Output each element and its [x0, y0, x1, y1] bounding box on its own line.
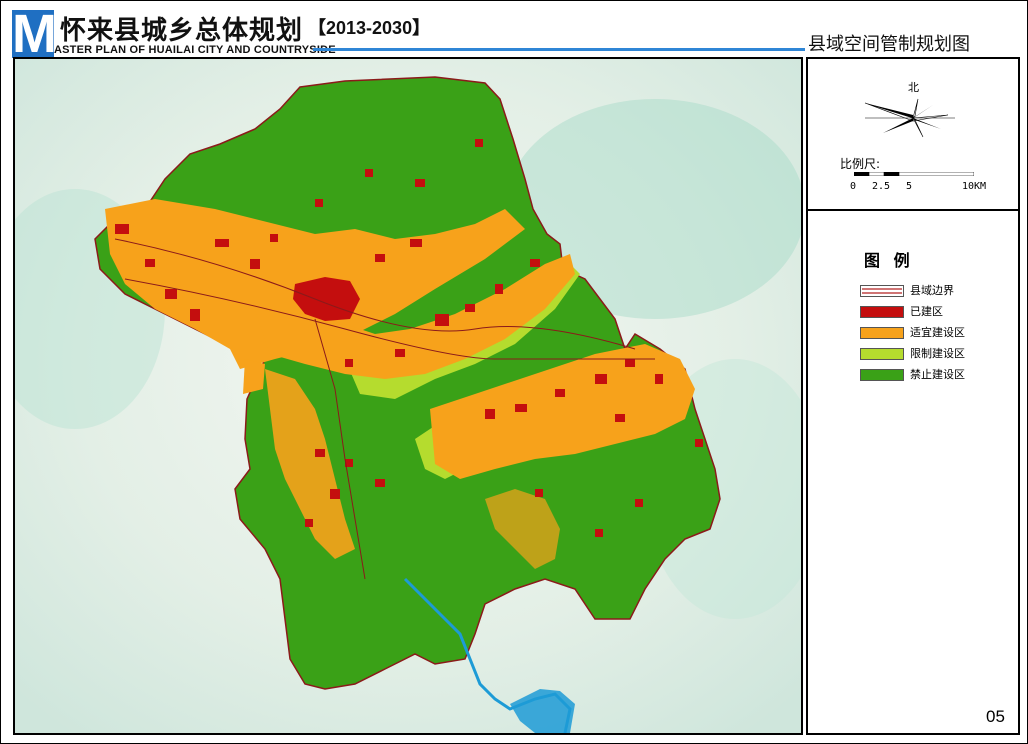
- scale-tick: 2.5: [872, 181, 891, 192]
- header: M 怀来县城乡总体规划 【2013-2030】 ASTER PLAN OF HU…: [8, 4, 1020, 64]
- scale-bar: [854, 172, 974, 176]
- page-number: 05: [986, 707, 1005, 726]
- legend-label: 禁止建设区: [910, 368, 965, 381]
- built-swatch: [860, 306, 904, 318]
- plan-title: 怀来县城乡总体规划: [60, 16, 304, 46]
- compass-and-scale: 北 比例尺: 0 2.5 5 10KM: [808, 59, 1018, 211]
- zoning-map: [15, 59, 801, 733]
- plan-title-english: ASTER PLAN OF HUAILAI CITY AND COUNTRYSI…: [54, 44, 336, 56]
- title-underline: [313, 48, 805, 51]
- limited-swatch: [860, 348, 904, 360]
- side-panel: 北 比例尺: 0 2.5 5 10KM 图 例 县域边界 已建区 适宜建设区 限…: [806, 57, 1020, 735]
- forbidden-swatch: [860, 369, 904, 381]
- suitable-zone: [243, 359, 265, 394]
- compass-rose-icon: [864, 98, 955, 138]
- suitable-swatch: [860, 327, 904, 339]
- boundary-swatch: [860, 285, 904, 297]
- legend-label: 适宜建设区: [910, 326, 965, 339]
- plan-years: 【2013-2030】: [308, 18, 431, 38]
- legend-label: 已建区: [910, 305, 943, 318]
- logo-letter: M: [12, 4, 57, 64]
- legend-label: 县域边界: [910, 284, 954, 297]
- scale-tick: 0: [850, 181, 857, 192]
- legend-title: 图 例: [864, 251, 914, 270]
- scale-label: 比例尺:: [840, 157, 881, 171]
- legend-item-built: 已建区: [860, 303, 943, 321]
- legend-item-boundary: 县域边界: [860, 282, 954, 300]
- legend-label: 限制建设区: [910, 347, 965, 360]
- scale-tick: 5: [906, 181, 913, 192]
- map-subtitle: 县域空间管制规划图: [808, 34, 970, 55]
- legend-item-forbidden: 禁止建设区: [860, 366, 965, 384]
- legend-item-suitable: 适宜建设区: [860, 324, 965, 342]
- legend-item-limited: 限制建设区: [860, 345, 965, 363]
- map-panel[interactable]: [13, 57, 803, 735]
- scale-tick: 10KM: [962, 181, 987, 192]
